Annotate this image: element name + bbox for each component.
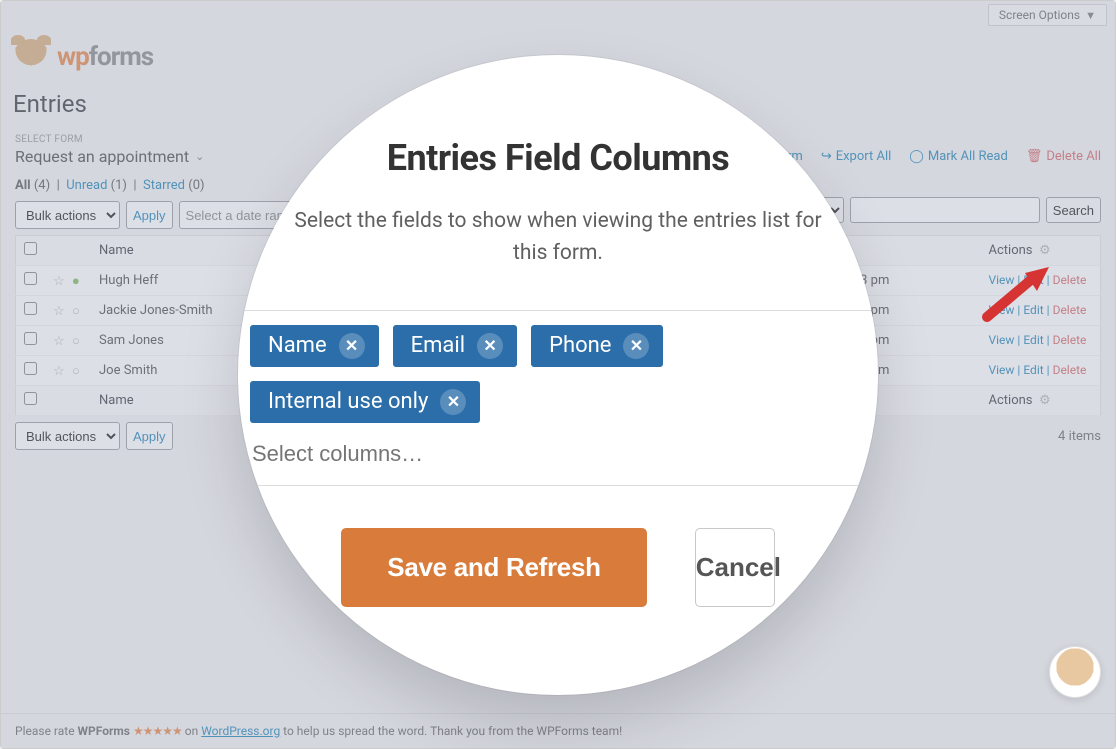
modal-title: Entries Field Columns <box>238 137 878 179</box>
bulk-actions-select-bottom[interactable]: Bulk actions <box>15 422 120 450</box>
filter-unread[interactable]: Unread <box>66 178 107 193</box>
select-all-checkbox[interactable] <box>24 242 37 255</box>
gear-icon[interactable]: ⚙ <box>1039 243 1051 258</box>
chip-label: Email <box>411 333 465 358</box>
view-link[interactable]: View <box>989 273 1015 287</box>
delete-all-link[interactable]: 🗑 Delete All <box>1026 149 1101 164</box>
col-actions-footer: Actions <box>989 393 1033 408</box>
delete-link[interactable]: Delete <box>1053 333 1087 347</box>
col-actions: Actions ⚙ <box>981 236 1101 266</box>
close-icon[interactable]: ✕ <box>440 389 466 415</box>
close-icon[interactable]: ✕ <box>477 333 503 359</box>
column-chip[interactable]: Email ✕ <box>393 325 517 367</box>
row-checkbox[interactable] <box>24 302 37 315</box>
chip-label: Phone <box>549 333 611 358</box>
edit-link[interactable]: Edit <box>1023 333 1043 347</box>
search-input[interactable] <box>850 197 1040 223</box>
wordpress-org-link[interactable]: WordPress.org <box>201 724 280 738</box>
bulk-actions-select[interactable]: Bulk actions <box>15 201 120 229</box>
star-icons[interactable]: ★★★★★ <box>133 724 182 738</box>
delete-link[interactable]: Delete <box>1053 363 1087 377</box>
save-and-refresh-button[interactable]: Save and Refresh <box>341 528 646 607</box>
row-indicators[interactable]: ☆ ○ <box>45 296 91 326</box>
close-icon[interactable]: ✕ <box>339 333 365 359</box>
row-checkbox[interactable] <box>24 332 37 345</box>
row-checkbox[interactable] <box>24 362 37 375</box>
filter-all[interactable]: All <box>15 178 31 193</box>
modal-subtitle: Select the fields to show when viewing t… <box>278 205 838 270</box>
gear-icon[interactable]: ⚙ <box>1039 393 1051 408</box>
item-count-bottom: 4 items <box>1058 429 1101 444</box>
row-indicators[interactable]: ☆ ○ <box>45 326 91 356</box>
chat-avatar[interactable] <box>1049 646 1101 698</box>
column-chip[interactable]: Phone ✕ <box>531 325 663 367</box>
edit-link[interactable]: Edit <box>1023 273 1043 287</box>
view-link[interactable]: View <box>989 333 1015 347</box>
chip-label: Internal use only <box>268 389 428 414</box>
screen-options-label: Screen Options <box>999 8 1080 22</box>
chip-label: Name <box>268 333 327 358</box>
close-icon[interactable]: ✕ <box>623 333 649 359</box>
chevron-down-icon: ⌄ <box>195 150 204 163</box>
edit-link[interactable]: Edit <box>1023 363 1043 377</box>
column-chip[interactable]: Name ✕ <box>250 325 379 367</box>
search-button[interactable]: Search <box>1046 197 1101 223</box>
row-checkbox[interactable] <box>24 272 37 285</box>
apply-button-bottom[interactable]: Apply <box>126 422 173 450</box>
delete-link[interactable]: Delete <box>1053 273 1087 287</box>
wpforms-logo-icon <box>13 39 49 75</box>
edit-link[interactable]: Edit <box>1023 303 1043 317</box>
filter-starred[interactable]: Starred <box>143 178 185 193</box>
cancel-button[interactable]: Cancel <box>695 528 775 607</box>
screen-options-button[interactable]: Screen Options ▼ <box>988 4 1107 26</box>
select-all-checkbox-bottom[interactable] <box>24 392 37 405</box>
row-indicators[interactable]: ☆ ○ <box>45 356 91 386</box>
view-link[interactable]: View <box>989 363 1015 377</box>
wpforms-logo-text: wpforms <box>57 42 153 72</box>
chevron-down-icon: ▼ <box>1085 9 1096 22</box>
footer-text: Please rate WPForms ★★★★★ on WordPress.o… <box>1 713 1115 748</box>
select-columns-input[interactable] <box>238 423 878 486</box>
view-link[interactable]: View <box>989 303 1015 317</box>
field-columns-modal: Entries Field Columns Select the fields … <box>238 55 878 695</box>
row-indicators[interactable]: ☆ ● <box>45 266 91 296</box>
column-chip[interactable]: Internal use only ✕ <box>250 381 480 423</box>
form-selector[interactable]: Request an appointment⌄ <box>15 147 204 166</box>
apply-button[interactable]: Apply <box>126 201 173 229</box>
mark-all-read-link[interactable]: ◯ Mark All Read <box>909 149 1008 164</box>
delete-link[interactable]: Delete <box>1053 303 1087 317</box>
